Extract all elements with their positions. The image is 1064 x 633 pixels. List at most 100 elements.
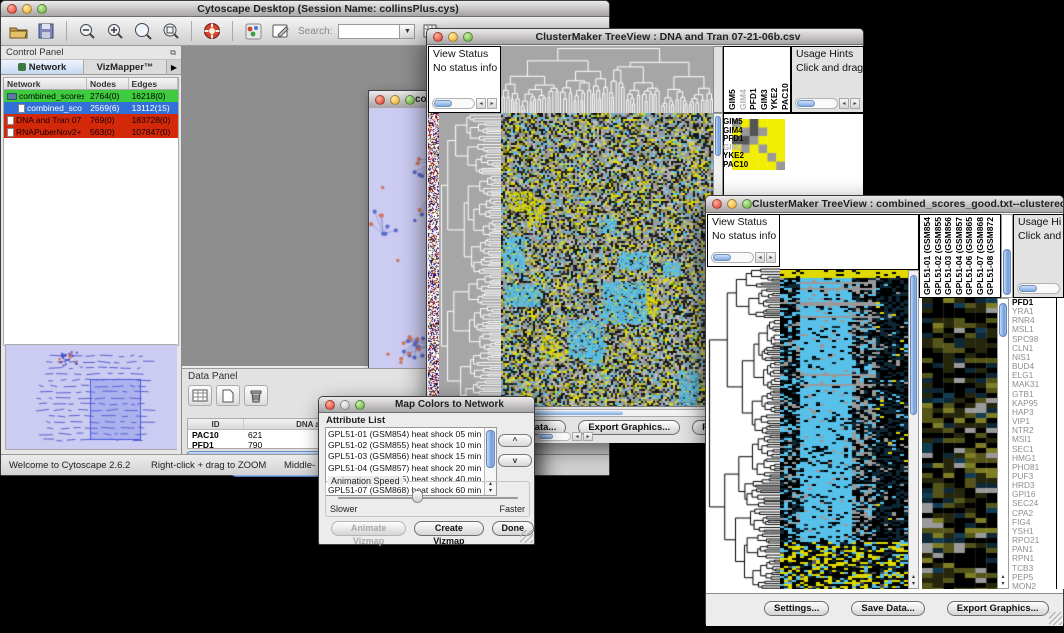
minimize-button[interactable] [390, 95, 400, 105]
scroll-right-icon[interactable]: ▸ [766, 252, 776, 263]
vizmapper-icon[interactable] [242, 21, 264, 41]
treeview1-titlebar[interactable]: ClusterMaker TreeView : DNA and Tran 07-… [427, 29, 863, 45]
export-graphics-button[interactable]: Export Graphics... [578, 420, 680, 435]
resize-grip[interactable] [1049, 612, 1062, 625]
attribute-item[interactable]: GPL51-03 (GSM856) heat shock 15 min [328, 451, 494, 462]
attribute-table-icon[interactable] [188, 385, 212, 406]
scroll-down-icon[interactable]: ▾ [912, 581, 915, 587]
move-up-button[interactable]: ^ [498, 434, 532, 447]
tv1-heatmap[interactable] [501, 113, 713, 406]
scroll-right-icon[interactable]: ▸ [487, 98, 497, 109]
birdseye-view[interactable] [5, 344, 177, 450]
dialog-titlebar[interactable]: Map Colors to Network [319, 397, 534, 413]
animate-vizmap-button[interactable]: Animate Vizmap [331, 521, 406, 536]
close-button[interactable] [7, 4, 17, 14]
attr-id: PAC10 [188, 430, 244, 440]
tv2-zoom-heatmap[interactable] [922, 298, 997, 589]
network-tree-table: Network Nodes Edges combined_scores 2764… [3, 77, 179, 346]
zoom-button[interactable] [405, 95, 415, 105]
col-edges[interactable]: Edges [129, 78, 178, 89]
tv2-hints-scrollbar[interactable] [1017, 283, 1060, 294]
tv1-hints-scrollbar[interactable]: ◂ ▸ [795, 98, 860, 109]
save-data-button[interactable]: Save Data... [851, 601, 924, 616]
network-edges: 13112(15) [129, 103, 178, 113]
tv2-row-dendrogram[interactable] [707, 267, 780, 589]
tv2-label-vscrollbar[interactable] [1001, 214, 1013, 298]
minimize-button[interactable] [340, 400, 350, 410]
tab-vizmapper[interactable]: VizMapper™ [84, 60, 167, 74]
close-button[interactable] [433, 32, 443, 42]
tv1-status-scrollbar[interactable]: ◂ ▸ [432, 98, 497, 109]
minimize-button[interactable] [727, 199, 737, 209]
status-middle-hint: Middle- [284, 460, 315, 471]
tab-network[interactable]: Network [1, 60, 84, 74]
table-row[interactable]: DNA and Tran 07 769(0) 183728(0) [4, 114, 178, 126]
minimize-button[interactable] [448, 32, 458, 42]
main-titlebar[interactable]: Cytoscape Desktop (Session Name: collins… [1, 1, 609, 17]
open-session-icon[interactable] [7, 21, 29, 41]
speed-slider-thumb[interactable] [412, 490, 423, 503]
search-dropdown-icon[interactable]: ▼ [400, 24, 415, 39]
column-label: PAC10 [780, 49, 791, 110]
save-session-icon[interactable] [35, 21, 57, 41]
usage-hints-text: Click and [1014, 229, 1063, 243]
zoom-button[interactable] [463, 32, 473, 42]
zoom-button[interactable] [355, 400, 365, 410]
zoom-in-icon[interactable] [104, 21, 126, 41]
attribute-item[interactable]: GPL51-01 (GSM854) heat shock 05 min [328, 429, 494, 440]
tv2-status-scrollbar[interactable]: ◂ ▸ [711, 252, 776, 263]
scroll-right-icon[interactable]: ▸ [583, 432, 593, 441]
table-row-selected[interactable]: combined_sco 2569(6) 13112(15) [4, 102, 178, 114]
delete-attribute-icon[interactable] [244, 385, 268, 406]
zoom-fit-icon[interactable] [132, 21, 154, 41]
table-row[interactable]: RNAPuberNov2+ 563(0) 107847(0) [4, 126, 178, 138]
scroll-up-icon[interactable]: ▴ [912, 574, 915, 580]
table-row[interactable]: combined_scores 2764(0) 16218(0) [4, 90, 178, 102]
resize-grip[interactable] [520, 530, 533, 543]
tv1-column-dendrogram[interactable] [501, 46, 713, 113]
zoom-selected-icon[interactable] [160, 21, 182, 41]
settings-button[interactable]: Settings... [764, 601, 829, 616]
speed-slider-track[interactable] [338, 497, 518, 499]
close-button[interactable] [325, 400, 335, 410]
scroll-left-icon[interactable]: ◂ [476, 98, 486, 109]
float-panel-icon[interactable]: ⧉ [170, 48, 176, 58]
help-lifesaver-icon[interactable] [201, 21, 223, 41]
create-vizmap-button[interactable]: Create Vizmap [414, 521, 483, 536]
gene-label[interactable]: MON2 [1012, 582, 1056, 589]
zoom-button[interactable] [37, 4, 47, 14]
search-input[interactable] [338, 24, 400, 39]
scroll-left-icon[interactable]: ◂ [755, 252, 765, 263]
minimize-button[interactable] [22, 4, 32, 14]
tv1-global-hscrollbar[interactable]: ◂ ▸ [537, 432, 593, 441]
scroll-up-icon[interactable]: ▴ [1001, 574, 1004, 580]
view-status-title: View Status [429, 47, 500, 61]
annotation-icon[interactable] [270, 21, 292, 41]
tab-overflow-arrow[interactable]: ▶ [167, 60, 181, 74]
attribute-item[interactable]: GPL51-02 (GSM855) heat shock 10 min [328, 440, 494, 451]
attribute-item[interactable]: GPL51-04 (GSM857) heat shock 20 min [328, 463, 494, 474]
new-attribute-icon[interactable] [216, 385, 240, 406]
export-graphics-button[interactable]: Export Graphics... [947, 601, 1049, 616]
close-button[interactable] [712, 199, 722, 209]
attr-col-id[interactable]: ID [188, 419, 244, 429]
tv2-gene-vscrollbar[interactable]: ▴ ▾ [997, 298, 1009, 589]
scroll-left-icon[interactable]: ◂ [572, 432, 582, 441]
tv2-heatmap[interactable] [780, 270, 908, 589]
scroll-down-icon[interactable]: ▾ [1001, 581, 1004, 587]
move-down-button[interactable]: v [498, 454, 532, 467]
tv1-row-dendrogram[interactable] [439, 113, 501, 406]
close-button[interactable] [375, 95, 385, 105]
treeview2-titlebar[interactable]: ClusterMaker TreeView : combined_scores_… [706, 196, 1063, 213]
scroll-left-icon[interactable]: ◂ [839, 98, 849, 109]
col-nodes[interactable]: Nodes [87, 78, 129, 89]
control-panel-header: Control Panel ⧉ [1, 46, 181, 60]
tv2-main-vscrollbar[interactable]: ▴ ▾ [908, 270, 919, 589]
attr-value: 621 [244, 430, 266, 440]
scroll-right-icon[interactable]: ▸ [850, 98, 860, 109]
tv1-global-overview[interactable] [428, 113, 439, 406]
zoom-button[interactable] [742, 199, 752, 209]
col-network[interactable]: Network [4, 78, 87, 89]
zoom-out-icon[interactable] [76, 21, 98, 41]
birdseye-canvas[interactable] [6, 345, 177, 449]
